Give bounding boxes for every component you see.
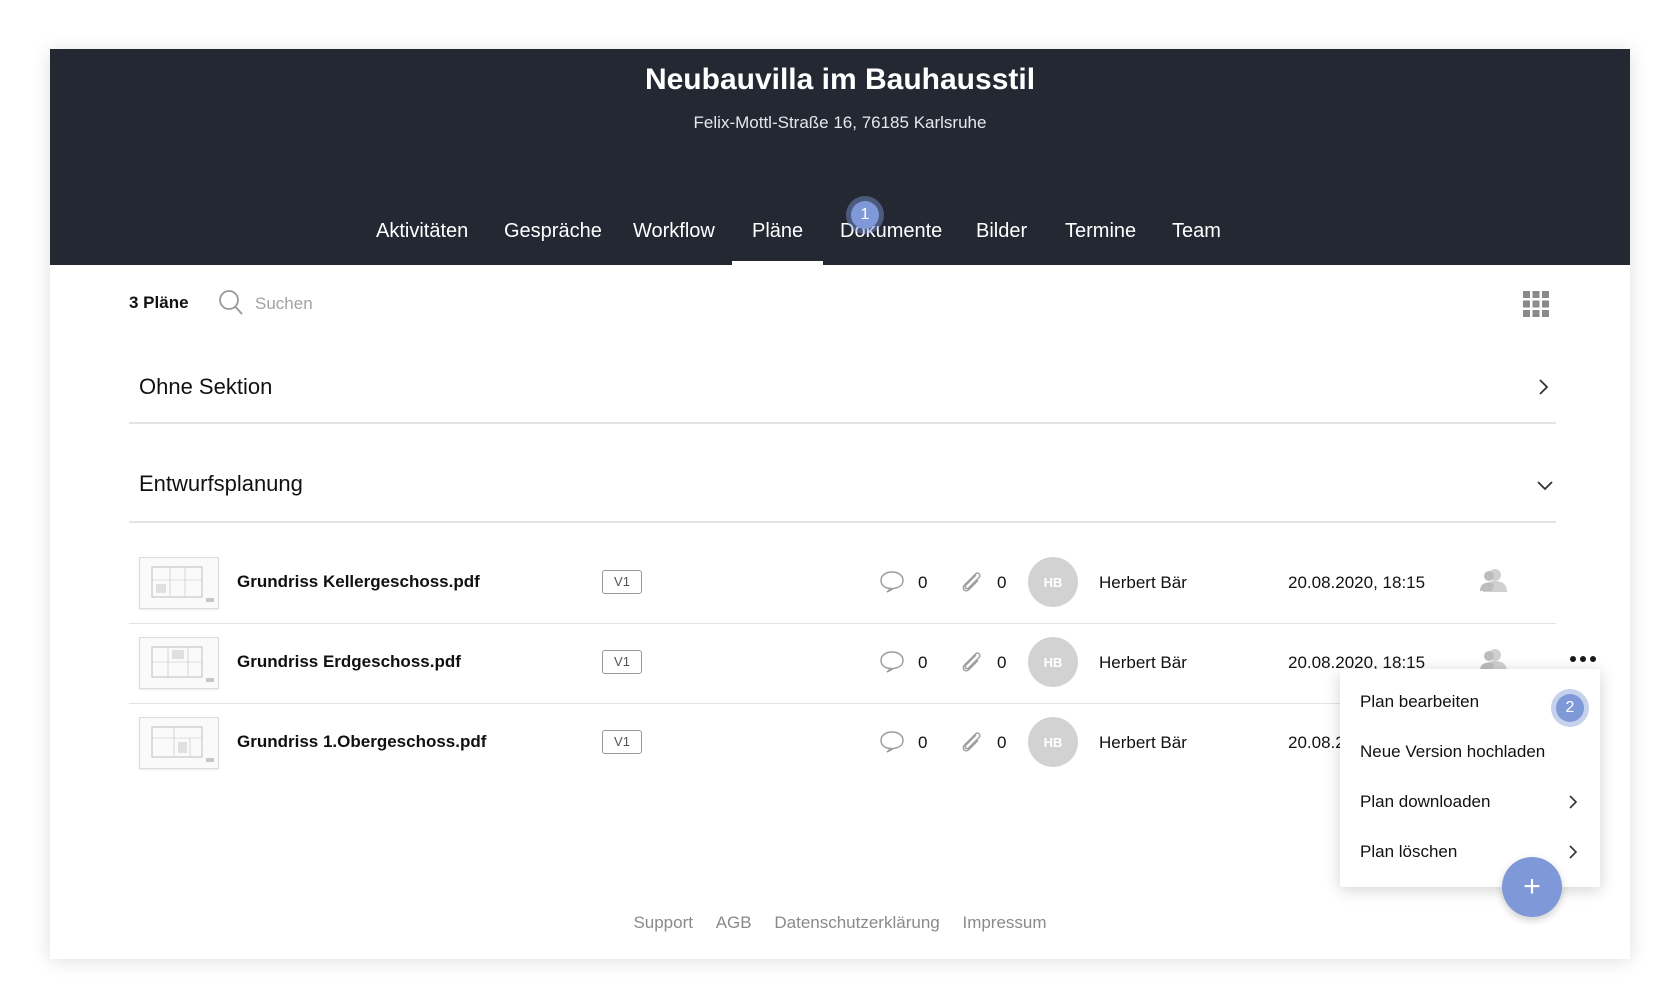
menu-item-neue-version-hochladen[interactable]: Neue Version hochladen [1340, 727, 1600, 777]
menu-item-plan-downloaden[interactable]: Plan downloaden [1340, 777, 1600, 827]
version-tag: V1 [602, 570, 642, 594]
plan-file-name[interactable]: Grundriss Erdgeschoss.pdf [237, 652, 461, 672]
search-icon [218, 289, 244, 322]
search-input[interactable] [253, 287, 557, 321]
menu-item-label: Neue Version hochladen [1360, 742, 1546, 761]
grid-icon[interactable] [1523, 291, 1549, 322]
user-name: Herbert Bär [1099, 573, 1187, 592]
plan-count: 3 Pläne [129, 293, 189, 312]
footer-link-impressum[interactable]: Impressum [962, 913, 1046, 932]
more-options-icon[interactable] [1569, 651, 1597, 669]
section-ohne-sektion[interactable]: Ohne Sektion [129, 352, 1556, 424]
paperclip-icon [959, 649, 985, 680]
step-badge-2: 2 [1556, 694, 1584, 722]
menu-item-label: Plan bearbeiten [1360, 692, 1480, 711]
context-menu: Plan bearbeiten 2 Neue Version hochladen… [1340, 669, 1600, 887]
add-button[interactable]: + [1502, 857, 1562, 917]
version-tag: V1 [602, 650, 642, 674]
menu-item-label: Plan downloaden [1360, 792, 1491, 811]
avatar: HB [1028, 637, 1078, 687]
tab-team[interactable]: Team [1172, 211, 1221, 265]
tab-aktivitaeten[interactable]: Aktivitäten [376, 211, 468, 265]
attachment-count: 0 [997, 573, 1007, 592]
menu-item-plan-loeschen[interactable]: Plan löschen [1340, 827, 1600, 877]
user-name: Herbert Bär [1099, 653, 1187, 672]
tab-plaene[interactable]: Pläne [731, 211, 824, 265]
chevron-right-icon [1568, 844, 1578, 865]
plan-file-name[interactable]: Grundriss 1.Obergeschoss.pdf [237, 732, 486, 752]
app-window: Neubauvilla im Bauhausstil Felix-Mottl-S… [50, 49, 1630, 959]
tab-bar: Aktivitäten Gespräche Workflow Pläne Dok… [50, 211, 1630, 265]
tab-workflow[interactable]: Workflow [633, 211, 715, 265]
paperclip-icon [959, 729, 985, 760]
tab-bilder[interactable]: Bilder [976, 211, 1027, 265]
footer-link-datenschutz[interactable]: Datenschutzerklärung [774, 913, 939, 932]
section-title: Ohne Sektion [139, 374, 273, 399]
user-name: Herbert Bär [1099, 733, 1187, 752]
project-header: Neubauvilla im Bauhausstil Felix-Mottl-S… [50, 49, 1630, 265]
plan-thumbnail [139, 637, 219, 689]
plan-date: 20.08.2020, 18:15 [1288, 573, 1426, 592]
footer: Support AGB Datenschutzerklärung Impress… [50, 913, 1630, 933]
project-address: Felix-Mottl-Straße 16, 76185 Karlsruhe [693, 113, 987, 132]
plan-thumbnail [139, 557, 219, 609]
menu-item-plan-bearbeiten[interactable]: Plan bearbeiten 2 [1340, 677, 1600, 727]
chevron-right-icon [1568, 794, 1578, 815]
attachment-count: 0 [997, 733, 1007, 752]
section-title: Entwurfsplanung [139, 471, 303, 496]
tab-gespraeche[interactable]: Gespräche [504, 211, 602, 265]
step-badge-1: 1 [851, 201, 879, 229]
comment-icon [879, 570, 905, 599]
project-title: Neubauvilla im Bauhausstil [644, 63, 1036, 96]
chevron-right-icon [1538, 378, 1550, 401]
plan-file-name[interactable]: Grundriss Kellergeschoss.pdf [237, 572, 480, 592]
avatar: HB [1028, 717, 1078, 767]
plan-thumbnail [139, 717, 219, 769]
chevron-down-icon [1536, 479, 1554, 497]
tab-termine[interactable]: Termine [1065, 211, 1136, 265]
version-tag: V1 [602, 730, 642, 754]
comment-icon [879, 650, 905, 679]
menu-item-label: Plan löschen [1360, 842, 1458, 861]
footer-link-support[interactable]: Support [633, 913, 693, 932]
user-share-icon[interactable] [1480, 567, 1508, 598]
paperclip-icon [959, 569, 985, 600]
footer-link-agb[interactable]: AGB [716, 913, 752, 932]
comment-icon [879, 730, 905, 759]
comment-count: 0 [918, 653, 928, 672]
comment-count: 0 [918, 733, 928, 752]
comment-count: 0 [918, 573, 928, 592]
table-row[interactable]: Grundriss Kellergeschoss.pdf V1 0 0 HB H… [129, 543, 1556, 624]
avatar: HB [1028, 557, 1078, 607]
attachment-count: 0 [997, 653, 1007, 672]
section-entwurfsplanung[interactable]: Entwurfsplanung [129, 449, 1556, 523]
